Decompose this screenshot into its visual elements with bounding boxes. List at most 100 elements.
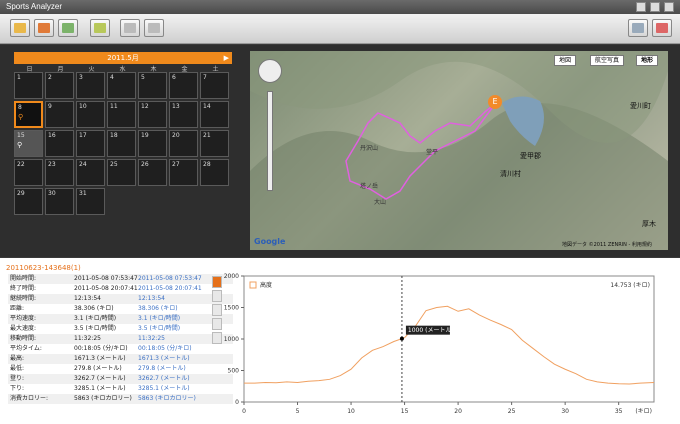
calendar-day[interactable]: 9 xyxy=(45,101,74,128)
stat-value-compare: 38.306 (キロ) xyxy=(138,305,178,312)
stat-value-compare: 3262.7 (メートル) xyxy=(138,375,190,382)
calendar-button[interactable] xyxy=(34,19,54,37)
help-icon xyxy=(656,23,668,33)
next-month-icon[interactable]: ▶ xyxy=(224,52,229,64)
calendar-day[interactable]: 1 xyxy=(14,72,43,99)
cursor-point xyxy=(399,336,404,341)
calendar-day[interactable]: 19 xyxy=(138,130,167,157)
calendar-day[interactable]: 15 ⚲ xyxy=(14,130,43,157)
stat-label: 最低: xyxy=(10,365,25,372)
calendar-day[interactable]: 10 xyxy=(76,101,105,128)
altitude-chart[interactable]: 0 500 1000 1500 2000 0 5 10 15 20 25 30 35 (キロ) 1000 (… xyxy=(208,268,670,421)
calendar-day[interactable]: 8 ⚲ xyxy=(14,101,43,128)
map-type-map[interactable]: 地図 xyxy=(554,55,577,66)
calendar-day[interactable]: 11 xyxy=(107,101,136,128)
calendar-day[interactable]: 22 xyxy=(14,159,43,186)
calendar-day[interactable]: 31 xyxy=(76,188,105,215)
stat-value: 38.306 (キロ) xyxy=(74,305,114,312)
calendar-day[interactable]: 30 xyxy=(45,188,74,215)
import-button[interactable] xyxy=(10,19,30,37)
day-number: 29 xyxy=(17,190,25,197)
day-number: 1 xyxy=(17,74,21,81)
day-number: 3 xyxy=(79,74,83,81)
calendar-day[interactable]: 4 xyxy=(107,72,136,99)
calendar-day[interactable]: 18 xyxy=(107,130,136,157)
map-label: 丹沢山 xyxy=(360,145,379,152)
calendar-day[interactable]: 21 xyxy=(200,130,229,157)
window-button[interactable] xyxy=(628,19,648,37)
x-tick-label: 5 xyxy=(296,408,300,415)
map-label: 大山 xyxy=(374,199,387,206)
day-number: 26 xyxy=(141,161,149,168)
calendar-day[interactable]: 2 xyxy=(45,72,74,99)
calendar-day[interactable]: 12 xyxy=(138,101,167,128)
x-tick-label: 30 xyxy=(561,408,569,415)
stat-label: 最高: xyxy=(10,355,25,362)
y-tick-label: 500 xyxy=(228,368,240,375)
calendar-day[interactable]: 25 xyxy=(107,159,136,186)
map-marker[interactable]: E xyxy=(488,95,502,109)
calendar-day[interactable]: 20 xyxy=(169,130,198,157)
stat-value: 11:32:25 xyxy=(74,335,101,342)
stats-row: 消費カロリー: 5863 (キロカロリー) 5863 (キロカロリー) xyxy=(8,394,233,404)
calendar-day[interactable]: 5 xyxy=(138,72,167,99)
help-button[interactable] xyxy=(652,19,672,37)
stat-value: 2011-05-08 07:53:47 xyxy=(74,275,138,282)
day-number: 31 xyxy=(79,190,87,197)
day-number: 7 xyxy=(203,74,207,81)
import-icon xyxy=(14,23,26,33)
day-number: 2 xyxy=(48,74,52,81)
altitude-chart-svg[interactable]: 0 500 1000 1500 2000 0 5 10 15 20 25 30 35 (キロ) 1000 (… xyxy=(208,268,670,421)
calendar-header[interactable]: 2011.5月 ▶ xyxy=(14,52,232,64)
stat-label: 終了時間: xyxy=(10,285,37,292)
calendar-day[interactable]: 13 xyxy=(169,101,198,128)
settings-icon xyxy=(94,23,106,33)
map-type-satellite[interactable]: 航空写真 xyxy=(590,55,625,66)
calendar-day[interactable]: 23 xyxy=(45,159,74,186)
calendar-day[interactable]: 26 xyxy=(138,159,167,186)
map-pan-control[interactable] xyxy=(258,59,282,83)
page-button[interactable] xyxy=(144,19,164,37)
calendar-day[interactable]: 28 xyxy=(200,159,229,186)
map-type-terrain[interactable]: 地形 xyxy=(636,55,659,66)
x-tick-label: 15 xyxy=(401,408,409,415)
day-number: 11 xyxy=(110,103,118,110)
calendar-day[interactable]: 24 xyxy=(76,159,105,186)
settings-button[interactable] xyxy=(90,19,110,37)
stat-value: 3285.1 (メートル) xyxy=(74,385,126,392)
maximize-button[interactable] xyxy=(650,2,660,12)
close-button[interactable] xyxy=(664,2,674,12)
calendar-day[interactable]: 29 xyxy=(14,188,43,215)
minimize-button[interactable] xyxy=(636,2,646,12)
calendar-day[interactable]: 17 xyxy=(76,130,105,157)
day-number: 27 xyxy=(172,161,180,168)
copy-button[interactable] xyxy=(120,19,140,37)
calendar-day[interactable]: 6 xyxy=(169,72,198,99)
y-tick-label: 1500 xyxy=(224,305,239,312)
day-number: 16 xyxy=(48,132,56,139)
x-tick-label: 35 xyxy=(615,408,623,415)
stat-value: 1671.3 (メートル) xyxy=(74,355,126,362)
stats-row: 移動時間: 11:32:25 11:32:25 xyxy=(8,334,233,344)
day-number: 5 xyxy=(141,74,145,81)
map-label: 清川村 xyxy=(500,170,521,178)
map-view[interactable]: 地図 航空写真 地形 E 愛川町 清川村 愛甲郡 厚木 丹沢山 堂平 塔ノ岳 大… xyxy=(250,51,668,250)
stat-label: 継続時間: xyxy=(10,295,37,302)
stats-row: 距離: 38.306 (キロ) 38.306 (キロ) xyxy=(8,304,233,314)
map-zoom-slider[interactable] xyxy=(267,91,273,191)
map-logo: Google xyxy=(254,237,286,246)
stat-label: 平均速度: xyxy=(10,315,37,322)
stat-value-compare: 5863 (キロカロリー) xyxy=(138,395,196,402)
stat-value: 2011-05-08 20:07:41 xyxy=(74,285,138,292)
stat-value-compare: 3.5 (キロ/時間) xyxy=(138,325,181,332)
day-number: 14 xyxy=(203,103,211,110)
calendar-day[interactable]: 14 xyxy=(200,101,229,128)
calendar-day[interactable]: 27 xyxy=(169,159,198,186)
x-tick-label: 0 xyxy=(242,408,246,415)
calendar-day[interactable]: 3 xyxy=(76,72,105,99)
calendar-day[interactable]: 16 xyxy=(45,130,74,157)
calendar-day[interactable]: 7 xyxy=(200,72,229,99)
day-number: 19 xyxy=(141,132,149,139)
stat-value-compare: 279.8 (メートル) xyxy=(138,365,186,372)
export-button[interactable] xyxy=(58,19,78,37)
